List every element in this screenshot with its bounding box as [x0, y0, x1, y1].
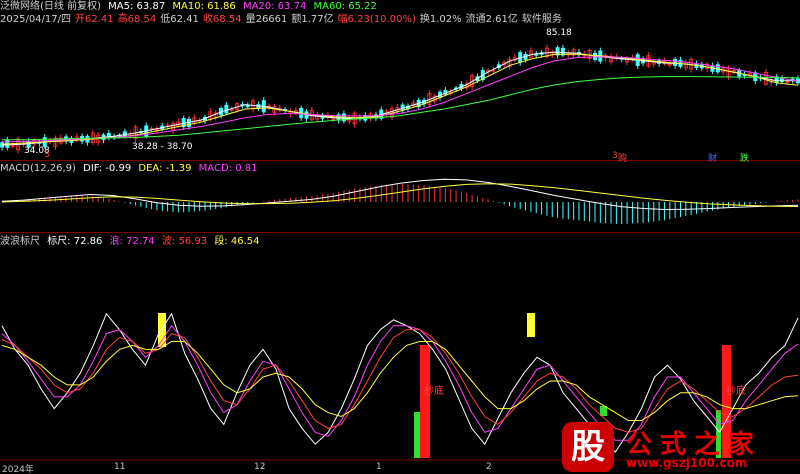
candle-body: [673, 58, 678, 66]
range-annotation: 38.28 - 38.70: [132, 142, 193, 152]
dea-line: [1, 183, 799, 207]
chart-canvas: [0, 44, 800, 461]
wave-line-2: [1, 329, 799, 433]
watermark-ox-logo: 股: [562, 422, 614, 472]
signal-bar-green: [414, 412, 420, 458]
signal-bottom-2: 抄底: [726, 386, 746, 397]
xtick-2024: 2024年: [2, 465, 34, 474]
watermark: 股 公式之家 www.gszj100.com: [556, 420, 800, 474]
tag-finance: 财: [708, 154, 718, 164]
ma-line-ma60: [2, 76, 799, 141]
signal-bottom-1: 抄底: [424, 386, 444, 397]
tag-drop: 跌: [740, 154, 750, 164]
signal-bar-yellow: [527, 313, 535, 337]
ma-line-ma10: [1, 53, 799, 145]
xtick-nov: 11: [114, 462, 126, 472]
high-annotation: 85.18: [546, 28, 572, 38]
xtick-dec: 12: [254, 462, 266, 472]
xtick-feb: 2: [486, 462, 492, 472]
signal-bar-red: [420, 345, 430, 458]
wave-line-3: [1, 341, 799, 421]
ma-line-ma20: [1, 56, 799, 143]
candle-body: [224, 104, 229, 114]
tag-3: 3: [612, 151, 618, 161]
marker-annotation: 3: [44, 150, 50, 160]
candle-body: [245, 105, 250, 108]
watermark-url: www.gszj100.com: [626, 456, 748, 470]
dif-line: [1, 178, 799, 211]
xtick-jan: 1: [376, 462, 382, 472]
tag-buy: 购: [618, 154, 628, 164]
